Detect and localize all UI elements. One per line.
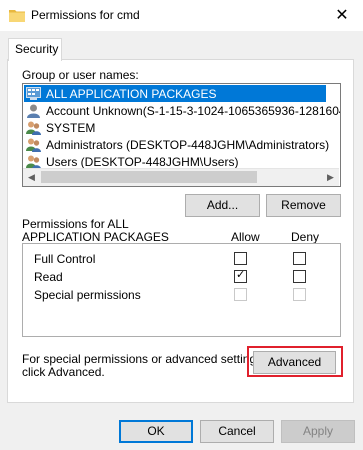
app-packages-icon [26,87,41,100]
permissions-heading-line1: Permissions for ALL [22,217,129,231]
ok-button[interactable]: OK [119,420,193,443]
checkmark-icon: ✓ [236,269,246,281]
scroll-thumb[interactable] [41,171,257,183]
tab-security[interactable]: Security [8,38,62,61]
group-label: Group or user names: [22,68,139,82]
group-icon [26,121,41,135]
list-item[interactable]: Account Unknown(S-1-15-3-1024-1065365936… [24,102,340,119]
permission-name: Read [34,270,63,284]
add-button[interactable]: Add... [185,194,260,217]
horizontal-scrollbar[interactable]: ◀ ▶ [23,168,339,186]
window-title: Permissions for cmd [31,8,140,22]
permission-name: Full Control [34,252,96,266]
folder-icon [9,10,25,22]
special-deny-checkbox [293,288,306,301]
full-control-allow-checkbox[interactable] [234,252,247,265]
remove-button[interactable]: Remove [266,194,341,217]
apply-button[interactable]: Apply [281,420,355,443]
allow-header: Allow [231,230,260,244]
list-item-label: Administrators (DESKTOP-448JGHM\Administ… [46,138,330,152]
cancel-button[interactable]: Cancel [200,420,274,443]
list-item-label: ALL APPLICATION PACKAGES [46,87,217,101]
permissions-heading-line2: APPLICATION PACKAGES [22,230,169,244]
permissions-list: Full Control Read ✓ Special permissions [22,243,341,337]
group-icon [26,155,41,169]
list-item-label: SYSTEM [46,121,96,135]
special-note-line1: For special permissions or advanced sett… [22,352,266,366]
read-allow-checkbox[interactable]: ✓ [234,269,247,283]
highlight-box [247,346,343,377]
list-item-label: Account Unknown(S-1-15-3-1024-1065365936… [46,104,341,118]
list-item[interactable]: Administrators (DESKTOP-448JGHM\Administ… [24,136,330,153]
list-item[interactable]: SYSTEM [24,119,326,136]
scroll-left-icon[interactable]: ◀ [23,169,40,186]
permission-name: Special permissions [34,288,141,302]
special-note-line2: click Advanced. [22,365,105,379]
deny-header: Deny [291,230,320,244]
full-control-deny-checkbox[interactable] [293,252,306,265]
scroll-right-icon[interactable]: ▶ [322,169,339,186]
tab-label: Security [15,42,59,56]
special-allow-checkbox [234,288,247,301]
close-button[interactable]: ✕ [322,2,362,30]
read-deny-checkbox[interactable] [293,270,306,283]
list-item-label: Users (DESKTOP-448JGHM\Users) [46,155,239,169]
unknown-account-icon [27,104,40,118]
list-item[interactable]: ALL APPLICATION PACKAGES [24,85,326,102]
group-icon [26,138,41,152]
